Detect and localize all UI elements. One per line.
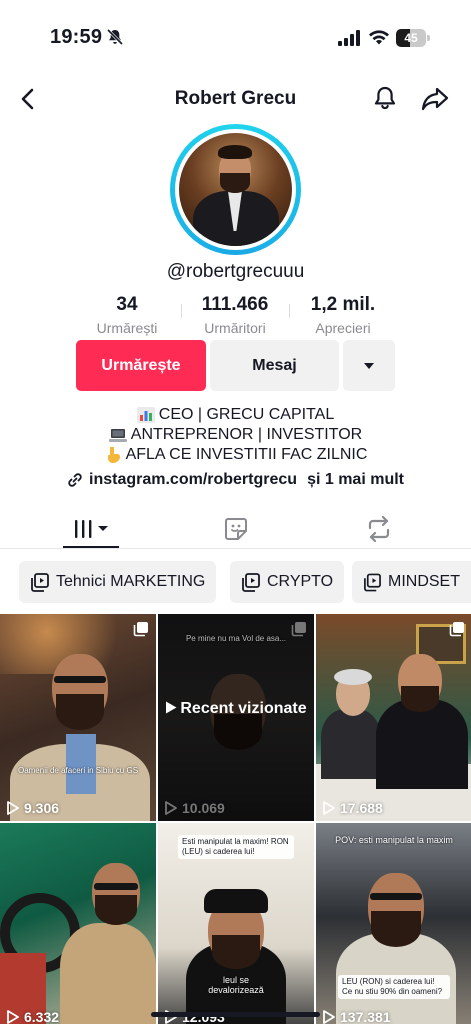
video-caption: POV: esti manipulat la maxim xyxy=(335,835,453,845)
tab-reposts[interactable] xyxy=(354,510,404,548)
bio-text: AFLA CE INVESTITII FAC ZILNIC xyxy=(125,446,368,463)
tab-videos[interactable] xyxy=(63,510,119,548)
stat-following-value: 34 xyxy=(116,294,138,315)
view-count: 10.069 xyxy=(164,800,225,816)
stat-following-label: Urmărești xyxy=(96,320,158,336)
view-count: 9.306 xyxy=(6,800,59,816)
stat-divider xyxy=(289,304,290,318)
stat-likes-label: Aprecieri xyxy=(315,320,371,336)
repost-icon xyxy=(368,516,390,542)
username: @robertgrecuuu xyxy=(166,261,305,282)
laptop-emoji-icon xyxy=(108,429,127,442)
tabs-divider xyxy=(0,548,471,549)
stat-followers[interactable]: 111.466 Urmăritori xyxy=(184,294,286,336)
playlist-marketing[interactable]: Tehnici MARKETING xyxy=(19,561,217,603)
playlist-label: Tehnici MARKETING xyxy=(56,573,206,590)
bio-text: CEO | GRECU CAPITAL xyxy=(158,406,335,423)
video-tile[interactable]: Esti manipulat la maxim! RON (LEU) si ca… xyxy=(158,823,314,1024)
bio-line: ANTREPRENOR | INVESTITOR xyxy=(0,425,471,445)
bio: CEO | GRECU CAPITAL ANTREPRENOR | INVEST… xyxy=(0,405,471,465)
playlist-icon xyxy=(242,572,260,592)
play-icon xyxy=(7,1010,19,1024)
stat-followers-value: 111.466 xyxy=(201,294,269,315)
grid-icon xyxy=(75,520,108,538)
video-caption: Pe mine nu ma Vol de asa... xyxy=(185,634,287,643)
playlist-mindset[interactable]: MINDSET xyxy=(352,561,471,603)
chart-emoji-icon xyxy=(136,407,155,423)
bio-line: AFLA CE INVESTITII FAC ZILNIC xyxy=(0,445,471,465)
multi-clip-icon xyxy=(449,622,464,637)
playlist-label: MINDSET xyxy=(388,573,460,590)
view-count: 17.688 xyxy=(322,800,383,816)
status-time: 19:59 xyxy=(50,26,103,48)
wifi-icon xyxy=(369,30,389,45)
video-tile[interactable]: POV: esti manipulat la maxim LEU (RON) s… xyxy=(316,823,471,1024)
multi-clip-icon xyxy=(133,622,148,637)
video-tag: LEU (RON) si caderea lui! Ce nu stiu 90%… xyxy=(338,975,450,999)
signal-icon xyxy=(338,30,360,46)
caret-down-icon xyxy=(364,362,374,369)
play-icon xyxy=(165,801,177,815)
stat-followers-label: Urmăritori xyxy=(204,320,266,336)
battery-percent: 45 xyxy=(404,31,418,45)
bell-icon[interactable] xyxy=(371,84,399,112)
playlist-label: CRYPTO xyxy=(267,573,334,590)
view-count: 6.332 xyxy=(6,1009,59,1024)
bio-link-more[interactable]: și 1 mai mult xyxy=(307,471,404,489)
share-icon[interactable] xyxy=(420,84,450,112)
playlist-icon xyxy=(31,572,49,592)
bio-line: CEO | GRECU CAPITAL xyxy=(0,405,471,425)
tab-stickers[interactable] xyxy=(211,510,261,548)
play-icon xyxy=(7,801,19,815)
suggested-accounts-button[interactable] xyxy=(343,340,395,391)
follow-button[interactable]: Urmărește xyxy=(76,340,206,391)
stat-likes[interactable]: 1,2 mil. Aprecieri xyxy=(292,294,394,336)
page-title: Robert Grecu xyxy=(174,88,297,109)
video-tile-recent[interactable]: Pe mine nu ma Vol de asa... Recent vizio… xyxy=(158,614,314,821)
link-icon xyxy=(68,473,82,487)
avatar-ring[interactable] xyxy=(170,124,301,255)
multi-clip-icon xyxy=(291,622,306,637)
stat-divider xyxy=(181,304,182,318)
home-indicator[interactable] xyxy=(151,1012,320,1017)
play-icon xyxy=(166,701,177,714)
stat-likes-value: 1,2 mil. xyxy=(310,294,376,315)
avatar[interactable] xyxy=(179,133,292,246)
video-tile[interactable]: Oamenii de afaceri in Sibiu cu GS 9.306 xyxy=(0,614,156,821)
battery-icon: 45 xyxy=(396,29,430,47)
playlist-icon xyxy=(364,573,381,591)
recently-watched-label: Recent vizionate xyxy=(158,700,314,718)
bell-mute-icon xyxy=(106,28,124,46)
play-icon xyxy=(323,1010,335,1024)
playlist-crypto[interactable]: CRYPTO xyxy=(230,561,345,603)
bio-text: ANTREPRENOR | INVESTITOR xyxy=(130,426,363,443)
stat-following[interactable]: 34 Urmărești xyxy=(76,294,178,336)
view-count: 137.381 xyxy=(322,1009,391,1024)
video-caption: Oamenii de afaceri in Sibiu cu GS xyxy=(17,766,139,775)
video-tag: Esti manipulat la maxim! RON (LEU) si ca… xyxy=(178,835,294,859)
bio-link-text[interactable]: instagram.com/robertgrecu xyxy=(89,471,297,489)
status-bar: 19:59 45 xyxy=(0,0,471,70)
pointing-down-emoji-icon xyxy=(107,447,120,463)
video-caption: leul se devalorizează xyxy=(208,975,264,995)
sticker-icon xyxy=(225,518,247,540)
video-tile[interactable]: 6.332 xyxy=(0,823,156,1024)
bio-link[interactable]: instagram.com/robertgrecu și 1 mai mult xyxy=(0,471,471,489)
message-button[interactable]: Mesaj xyxy=(210,340,339,391)
play-icon xyxy=(323,801,335,815)
video-tile[interactable]: 17.688 xyxy=(316,614,471,821)
